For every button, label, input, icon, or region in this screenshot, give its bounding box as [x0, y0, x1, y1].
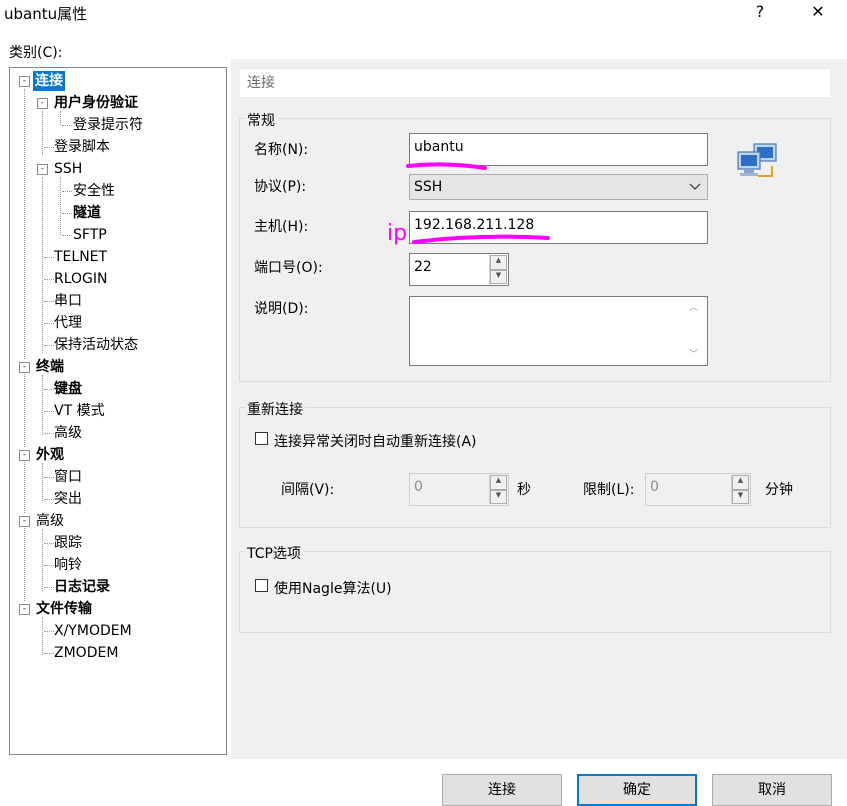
collapse-icon[interactable]: - — [37, 164, 48, 175]
tree-item-appearance[interactable]: 外观 — [36, 445, 64, 465]
tree-item-user-auth[interactable]: 用户身份验证 — [54, 93, 138, 113]
description-textarea[interactable] — [409, 296, 708, 366]
collapse-icon[interactable]: - — [19, 362, 30, 373]
ip-annotation: ip — [387, 221, 408, 246]
limit-unit: 分钟 — [765, 482, 793, 498]
protocol-select[interactable]: SSH — [409, 174, 708, 200]
page-title: 连接 — [239, 68, 831, 98]
tree-item-keyboard[interactable]: 键盘 — [54, 379, 82, 399]
name-highlight-mark — [406, 162, 487, 170]
tree-item-logging[interactable]: 日志记录 — [54, 577, 110, 597]
port-value: 22 — [414, 259, 432, 275]
tree-item-advanced[interactable]: 高级 — [36, 511, 64, 531]
tree-item-connection[interactable]: 连接 — [33, 71, 65, 91]
help-button[interactable]: ? — [745, 2, 775, 21]
chevron-down-icon — [689, 183, 701, 190]
tree-item-security[interactable]: 安全性 — [73, 181, 115, 201]
reconnect-group-title: 重新连接 — [245, 399, 305, 419]
limit-label: 限制(L): — [583, 482, 635, 498]
general-group-title: 常规 — [245, 110, 277, 130]
limit-input: 0 ▲ ▼ — [645, 473, 751, 506]
tree-item-tunnel[interactable]: 隧道 — [73, 203, 101, 223]
tree-item-proxy[interactable]: 代理 — [54, 313, 82, 333]
scroll-up-icon[interactable]: ︿ — [689, 300, 698, 313]
tree-item-zmodem[interactable]: ZMODEM — [54, 643, 118, 663]
spin-down-icon: ▼ — [490, 489, 507, 504]
window-title: ubantu属性 — [4, 5, 88, 23]
ok-button[interactable]: 确定 — [577, 774, 697, 806]
interval-input: 0 ▲ ▼ — [409, 473, 509, 506]
tree-item-telnet[interactable]: TELNET — [54, 247, 107, 267]
auto-reconnect-label[interactable]: 连接异常关闭时自动重新连接(A) — [274, 431, 477, 451]
cancel-button[interactable]: 取消 — [712, 774, 832, 806]
tree-item-ssh[interactable]: SSH — [54, 159, 82, 179]
tree-item-terminal-advanced[interactable]: 高级 — [54, 423, 82, 443]
tree-item-highlight[interactable]: 突出 — [54, 489, 82, 509]
category-tree[interactable]: - - - - - - - 连接 用户身份验证 登录提示符 登录脚本 SSH 安… — [9, 67, 227, 755]
tree-item-bell[interactable]: 响铃 — [54, 555, 82, 575]
interval-label: 间隔(V): — [281, 482, 335, 498]
limit-spinner: ▲ ▼ — [731, 475, 749, 504]
collapse-icon[interactable]: - — [19, 450, 30, 461]
spin-up-icon: ▲ — [490, 475, 507, 490]
tree-item-vt-mode[interactable]: VT 模式 — [54, 401, 105, 421]
protocol-label: 协议(P): — [254, 179, 307, 195]
port-spinner[interactable]: ▲ ▼ — [489, 255, 507, 284]
host-highlight-mark — [412, 234, 550, 244]
collapse-icon[interactable]: - — [19, 604, 30, 615]
tree-item-window[interactable]: 窗口 — [54, 467, 82, 487]
scroll-down-icon[interactable]: ﹀ — [689, 347, 698, 360]
connect-button[interactable]: 连接 — [442, 774, 562, 806]
auto-reconnect-checkbox[interactable] — [255, 432, 268, 445]
spin-up-icon: ▲ — [732, 475, 749, 490]
collapse-icon[interactable]: - — [19, 76, 30, 87]
tree-item-terminal[interactable]: 终端 — [36, 357, 64, 377]
spin-down-icon[interactable]: ▼ — [490, 269, 507, 284]
tree-item-file-transfer[interactable]: 文件传输 — [36, 599, 92, 619]
tree-item-sftp[interactable]: SFTP — [73, 225, 107, 245]
tree-item-keepalive[interactable]: 保持活动状态 — [54, 335, 138, 355]
nagle-checkbox[interactable] — [255, 579, 268, 592]
category-label: 类别(C): — [9, 45, 63, 61]
tree-item-login-prompts[interactable]: 登录提示符 — [73, 115, 143, 135]
tree-item-rlogin[interactable]: RLOGIN — [54, 269, 108, 289]
nagle-label[interactable]: 使用Nagle算法(U) — [274, 578, 392, 598]
protocol-value: SSH — [414, 179, 443, 195]
description-label: 说明(D): — [254, 301, 309, 317]
spin-up-icon[interactable]: ▲ — [490, 255, 507, 270]
tcp-group-title: TCP选项 — [245, 543, 303, 563]
interval-spinner: ▲ ▼ — [489, 475, 507, 504]
port-label: 端口号(O): — [254, 260, 323, 276]
interval-value: 0 — [414, 479, 423, 495]
tree-item-trace[interactable]: 跟踪 — [54, 533, 82, 553]
host-label: 主机(H): — [254, 219, 309, 235]
limit-value: 0 — [650, 479, 659, 495]
collapse-icon[interactable]: - — [37, 98, 48, 109]
network-computers-icon — [737, 143, 777, 177]
spin-down-icon: ▼ — [732, 489, 749, 504]
collapse-icon[interactable]: - — [19, 516, 30, 527]
interval-unit: 秒 — [517, 482, 531, 498]
reconnect-group — [239, 407, 831, 528]
tree-item-xymodem[interactable]: X/YMODEM — [54, 621, 132, 641]
close-button[interactable]: ✕ — [803, 2, 833, 21]
port-input[interactable]: 22 ▲ ▼ — [409, 253, 509, 286]
tree-item-serial[interactable]: 串口 — [54, 291, 82, 311]
name-label: 名称(N): — [254, 142, 309, 158]
tree-item-login-script[interactable]: 登录脚本 — [54, 137, 110, 157]
